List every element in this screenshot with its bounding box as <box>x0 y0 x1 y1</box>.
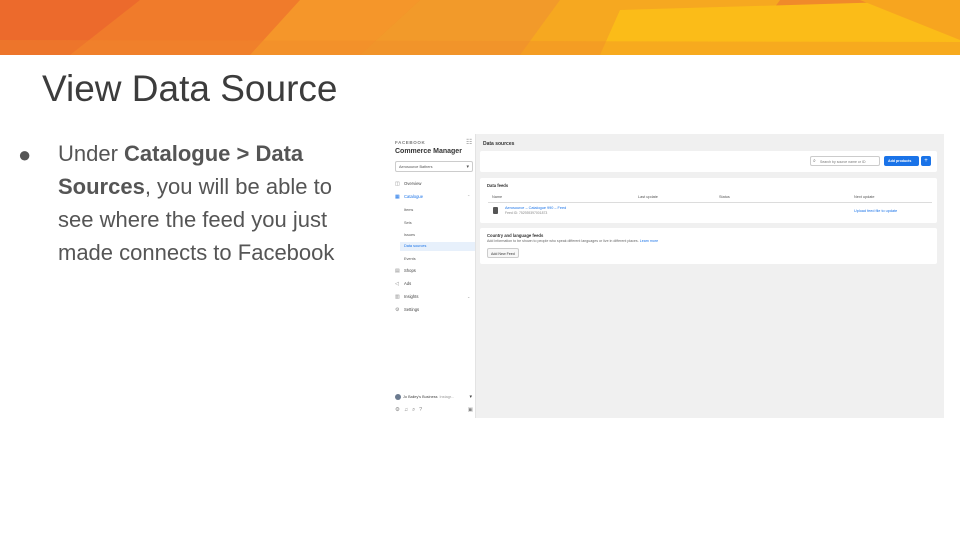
nav-label: Ads <box>404 281 412 286</box>
footer-user-name: Jo Bailey's Business <box>403 395 438 399</box>
country-feeds-desc: Add information to be shown to people wh… <box>487 239 658 243</box>
nav-label: Settings <box>404 307 420 312</box>
megaphone-icon: ◁ <box>395 281 399 287</box>
overview-icon: ◫ <box>395 181 400 187</box>
bell-icon[interactable]: ♫ <box>404 407 408 414</box>
next-update-link[interactable]: Upload feed file to update <box>854 209 897 213</box>
account-name: Aerosource Bathers <box>399 165 433 169</box>
sub-item-sets[interactable]: Sets <box>404 221 412 225</box>
caret-down-icon: ▾ <box>466 164 469 170</box>
app-name: Commerce Manager <box>395 148 462 155</box>
column-header: Status <box>719 195 730 199</box>
caret-down-icon: ▾ <box>469 394 472 400</box>
business-account-switcher[interactable]: Jo Bailey's Business Instagr... ▾ <box>395 394 473 400</box>
add-new-feed-button[interactable]: Add New Feed <box>487 248 519 258</box>
country-language-card: Country and language feeds Add informati… <box>480 228 937 264</box>
bullet-point-icon: ● <box>18 142 32 167</box>
country-feeds-title: Country and language feeds <box>487 233 544 238</box>
nav-shops[interactable]: ▤ Shops <box>395 268 416 274</box>
sidebar: FACEBOOK ☷ Commerce Manager Aerosource B… <box>391 134 476 418</box>
data-feeds-title: Data feeds <box>487 183 509 188</box>
nav-catalogue[interactable]: ▦ Catalogue ⌃ <box>395 194 470 200</box>
avatar <box>395 394 401 400</box>
brand-label: FACEBOOK <box>395 140 426 145</box>
apps-grid-icon[interactable]: ☷ <box>466 138 472 146</box>
add-dropdown-button[interactable]: + <box>921 156 931 166</box>
feed-name-link[interactable]: Aerosource – Catalogue 990 – Feed <box>505 206 566 210</box>
nav-label: Shops <box>404 268 416 273</box>
nav-label: Catalogue <box>404 194 424 199</box>
feed-id: Feed ID: 752939397001873 <box>505 211 548 215</box>
search-input[interactable]: ⌕ Search by source name or ID <box>810 156 880 166</box>
bullet-text: Under Catalogue > Data Sources, you will… <box>58 137 368 269</box>
search-icon: ⌕ <box>813 158 816 164</box>
header-banner <box>0 0 960 55</box>
nav-overview[interactable]: ◫ Overview <box>395 181 422 187</box>
settings-icon[interactable]: ⚙ <box>395 407 400 414</box>
search-placeholder: Search by source name or ID <box>820 160 866 164</box>
bar-chart-icon: ▥ <box>395 294 400 300</box>
account-selector[interactable]: Aerosource Bathers ▾ <box>395 161 473 172</box>
catalogue-icon: ▦ <box>395 194 400 200</box>
search-icon[interactable]: ⌕ <box>412 407 415 414</box>
panel-icon[interactable]: ▣ <box>468 407 473 414</box>
nav-settings[interactable]: ⚙ Settings <box>395 307 420 313</box>
sub-item-data-sources[interactable]: Data sources <box>400 242 475 251</box>
nav-insights[interactable]: ▥ Insights ⌄ <box>395 294 470 300</box>
learn-more-link[interactable]: Learn more <box>640 239 658 243</box>
add-products-button[interactable]: Add products <box>884 156 919 166</box>
nav-label: Overview <box>404 181 422 186</box>
sub-item-events[interactable]: Events <box>404 257 416 261</box>
help-icon[interactable]: ? <box>419 407 422 414</box>
sub-item-items[interactable]: Items <box>404 208 413 212</box>
commerce-manager-screenshot: FACEBOOK ☷ Commerce Manager Aerosource B… <box>391 134 944 418</box>
nav-ads[interactable]: ◁ Ads <box>395 281 412 287</box>
footer-user-suffix: Instagr... <box>439 395 455 399</box>
chevron-down-icon: ⌄ <box>467 294 471 299</box>
shop-icon: ▤ <box>395 268 400 274</box>
gear-icon: ⚙ <box>395 307 400 313</box>
slide-title: View Data Source <box>42 68 338 109</box>
bullet-text-pre: Under <box>58 141 125 166</box>
page-title: Data sources <box>483 141 515 147</box>
data-feeds-card: Data feeds Name Last update Status Next … <box>480 178 937 223</box>
sub-item-issues[interactable]: Issues <box>404 233 415 237</box>
feed-file-icon <box>493 207 498 214</box>
desc-text: Add information to be shown to people wh… <box>487 239 639 243</box>
footer-icons: ⚙ ♫ ⌕ ? ▣ <box>395 407 473 414</box>
nav-label: Insights <box>404 294 419 299</box>
column-header: Last update <box>638 195 658 199</box>
column-header: Name <box>492 195 503 199</box>
column-header: Next update <box>854 195 875 199</box>
toolbar-card: ⌕ Search by source name or ID Add produc… <box>480 151 937 172</box>
chevron-up-icon: ⌃ <box>467 194 471 199</box>
table-divider <box>488 202 932 203</box>
